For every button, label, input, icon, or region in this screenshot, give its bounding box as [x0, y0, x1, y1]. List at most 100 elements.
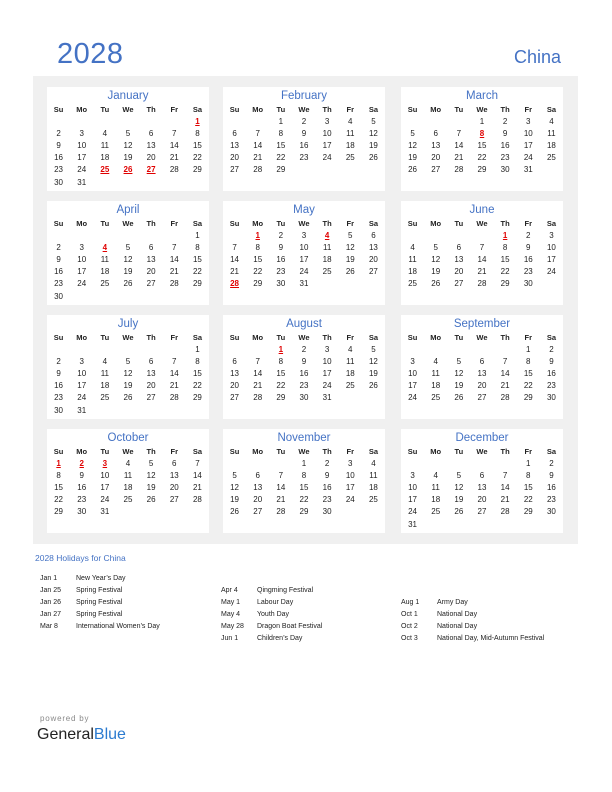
holiday-item: Oct 3 National Day, Mid-Autumn Festival	[401, 633, 544, 645]
day-cell: 23	[54, 393, 64, 403]
day-cell: 14	[276, 482, 286, 492]
week-row: 28 29 30 31	[223, 278, 385, 290]
day-cell: 8	[301, 470, 307, 480]
week-row: 1 2 3 4	[401, 115, 563, 127]
day-cell: 9	[301, 128, 307, 138]
weekday-label: Sa	[546, 332, 557, 342]
day-cell: 12	[368, 356, 378, 366]
weekday-label: Th	[146, 332, 156, 342]
day-cell: 24	[408, 393, 418, 403]
day-cell: 17	[322, 140, 332, 150]
weekday-header-row: Su Mo Tu We Th Fr Sa	[47, 217, 209, 229]
day-cell: 29	[500, 279, 510, 289]
day-cell: 12	[408, 140, 418, 150]
day-cell: 29	[523, 507, 533, 517]
week-row: 12	[401, 343, 563, 355]
day-cell: 20	[454, 267, 464, 277]
day-cell: 14	[477, 254, 487, 264]
empty-day-cell	[292, 164, 315, 176]
day-cell: 27	[230, 165, 240, 175]
weekday-label: Tu	[454, 332, 464, 342]
empty-day-cell	[362, 506, 385, 518]
day-cell: 30	[546, 507, 556, 517]
day-cell: 5	[148, 458, 154, 468]
day-cell: 26	[368, 153, 378, 163]
day-cell: 25	[322, 267, 332, 277]
empty-day-cell	[362, 278, 385, 290]
day-cell: 7	[232, 242, 237, 252]
day-cell: 4	[371, 458, 376, 468]
empty-day-cell	[70, 290, 93, 302]
day-cell: 22	[276, 153, 286, 163]
day-cell: 18	[431, 381, 441, 391]
day-cell: 22	[299, 495, 309, 505]
empty-day-cell	[116, 343, 139, 355]
week-row: 24 25 26 27 28 29 30	[401, 506, 563, 518]
day-cell: 7	[479, 242, 485, 252]
empty-day-cell	[163, 290, 186, 302]
weekday-label: We	[476, 104, 488, 114]
week-row: 3 4 5 6 7 8 9	[401, 355, 563, 367]
empty-day-cell	[470, 229, 493, 241]
day-cell: 11	[100, 140, 109, 150]
empty-day-cell	[246, 457, 269, 469]
day-cell: 12	[123, 368, 133, 378]
empty-day-cell	[93, 343, 116, 355]
day-cell: 19	[368, 140, 378, 150]
day-cell: 6	[255, 470, 260, 480]
month-table: Su Mo Tu We Th Fr Sa 1 2 3 4 5 6 7 8 9 10 11 12 13 14 15 16 17 1…	[223, 445, 385, 518]
day-cell: 14	[454, 140, 464, 150]
weekday-label: Mo	[430, 104, 442, 114]
holiday-date: Jan 25	[40, 587, 62, 594]
weekday-header-row: Su Mo Tu We Th Fr Sa	[401, 217, 563, 229]
weekday-label: Sa	[192, 218, 203, 228]
day-cell: 30	[546, 393, 556, 403]
day-cell: 6	[148, 128, 154, 138]
day-cell: 21	[253, 153, 263, 163]
weekday-label: We	[298, 104, 310, 114]
day-cell: 11	[346, 356, 355, 366]
day-cell: 26	[123, 393, 133, 403]
day-cell: 3	[324, 116, 330, 126]
day-cell: 7	[195, 458, 200, 468]
weekday-header-row: Su Mo Tu We Th Fr Sa	[47, 445, 209, 457]
empty-day-cell	[540, 518, 563, 530]
weekday-label: Tu	[454, 446, 464, 456]
day-cell: 15	[299, 482, 309, 492]
holiday-item: Aug 1 Army Day	[401, 597, 544, 609]
day-cell: 15	[500, 254, 510, 264]
month-november: November Su Mo Tu We Th Fr Sa 1 2 3 4 5 6 7 8 9 10 11 12 13 1…	[223, 429, 385, 533]
day-cell: 12	[146, 470, 156, 480]
day-cell: 9	[549, 470, 554, 480]
day-cell: 16	[54, 267, 64, 277]
day-cell: 29	[276, 393, 286, 403]
empty-day-cell	[186, 176, 209, 188]
day-cell: 26	[454, 507, 464, 517]
week-row: 13 14 15 16 17 18 19	[223, 139, 385, 151]
day-cell: 20	[431, 153, 441, 163]
weekday-header-row: Su Mo Tu We Th Fr Sa	[401, 445, 563, 457]
day-cell: 12	[345, 242, 355, 252]
day-cell: 30	[322, 507, 332, 517]
weekday-label: Mo	[76, 446, 88, 456]
powered-by-label: powered by	[40, 714, 90, 723]
day-cell: 10	[299, 242, 309, 252]
empty-day-cell	[116, 506, 139, 518]
empty-day-cell	[93, 176, 116, 188]
holiday-day-cell: 4	[324, 230, 330, 240]
day-cell: 2	[549, 458, 554, 468]
day-cell: 10	[546, 242, 556, 252]
weekday-label: Fr	[524, 104, 533, 114]
day-cell: 6	[371, 230, 376, 240]
day-cell: 27	[368, 267, 378, 277]
day-cell: 5	[456, 470, 462, 480]
day-cell: 6	[479, 356, 485, 366]
week-row: 2 3 4 5 6 7 8	[47, 241, 209, 253]
day-cell: 10	[523, 128, 533, 138]
month-table: Su Mo Tu We Th Fr Sa 1 2 3 4 5 6 7 8 9 10 11 12 13 14 15 16 17 1…	[47, 103, 209, 188]
day-cell: 8	[526, 356, 531, 366]
generalblue-logo[interactable]: GeneralBlue	[37, 726, 126, 744]
day-cell: 22	[253, 267, 263, 277]
day-cell: 16	[276, 254, 286, 264]
day-cell: 17	[546, 254, 556, 264]
